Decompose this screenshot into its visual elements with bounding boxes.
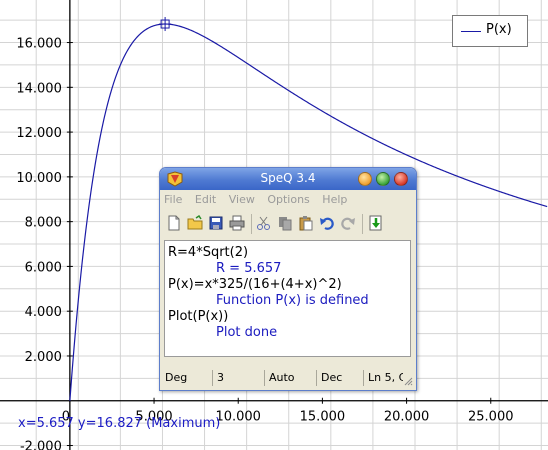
menu-view[interactable]: View	[229, 193, 255, 206]
y-tick-label: 8.000	[25, 216, 62, 231]
legend: P(x)	[452, 15, 528, 47]
y-tick-label: 16.000	[16, 37, 62, 52]
paste-icon[interactable]	[298, 215, 314, 231]
y-tick-label: 14.000	[16, 81, 62, 96]
new-file-icon[interactable]	[166, 215, 182, 231]
toolbar-separator	[362, 214, 363, 234]
undo-icon[interactable]	[319, 215, 335, 231]
editor-output-line: Plot done	[216, 325, 278, 340]
editor-input-line: P(x)=x*325/(16+(4+x)^2)	[168, 277, 342, 292]
y-tick-label: 4.000	[25, 305, 62, 320]
x-tick-label: 25.000	[468, 410, 514, 425]
save-icon[interactable]	[208, 215, 224, 231]
menu-bar: File Edit View Options Help	[164, 193, 356, 209]
menu-help[interactable]: Help	[322, 193, 347, 206]
print-icon[interactable]	[229, 215, 245, 231]
status-precision[interactable]: 3	[212, 370, 263, 386]
speq-window[interactable]: SpeQ 3.4 File Edit View Options Help R=4…	[159, 167, 417, 391]
editor-output-line: Function P(x) is defined	[216, 293, 369, 308]
resize-grip-icon[interactable]	[403, 376, 413, 386]
status-cursor-position: Ln 5, C	[363, 370, 403, 386]
title-bar[interactable]: SpeQ 3.4	[160, 168, 416, 190]
toolbar-separator	[251, 214, 252, 234]
insert-icon[interactable]	[368, 215, 384, 231]
legend-line-swatch	[461, 31, 481, 32]
editor-input-line: R=4*Sqrt(2)	[168, 245, 249, 260]
status-bar: Deg 3 Auto Dec Ln 5, C	[161, 368, 415, 388]
status-format[interactable]: Auto	[264, 370, 315, 386]
legend-label: P(x)	[486, 22, 512, 37]
menu-options[interactable]: Options	[267, 193, 309, 206]
open-folder-icon[interactable]	[187, 215, 203, 231]
x-tick-label: 10.000	[215, 410, 261, 425]
status-angle-mode[interactable]: Deg	[161, 370, 211, 386]
y-tick-label: 6.000	[25, 260, 62, 275]
y-tick-label: 12.000	[16, 126, 62, 141]
x-tick-label: 15.000	[300, 410, 346, 425]
cut-icon[interactable]	[256, 215, 272, 231]
editor-pane[interactable]: R=4*Sqrt(2) R = 5.657 P(x)=x*325/(16+(4+…	[164, 240, 411, 357]
maximize-button[interactable]	[376, 172, 390, 186]
editor-input-line: Plot(P(x))	[168, 309, 229, 324]
close-button[interactable]	[394, 172, 408, 186]
x-tick-label: 20.000	[384, 410, 430, 425]
menu-edit[interactable]: Edit	[195, 193, 216, 206]
menu-file[interactable]: File	[164, 193, 182, 206]
y-tick-label: 10.000	[16, 171, 62, 186]
coordinate-readout: x=5.657 y=16.827 (Maximum)	[18, 416, 221, 431]
y-tick-label: 2.000	[25, 350, 62, 365]
redo-icon[interactable]	[340, 215, 356, 231]
editor-output-line: R = 5.657	[216, 261, 282, 276]
y-tick-label: -2.000	[20, 440, 62, 450]
minimize-button[interactable]	[358, 172, 372, 186]
status-base[interactable]: Dec	[316, 370, 362, 386]
copy-icon[interactable]	[277, 215, 293, 231]
